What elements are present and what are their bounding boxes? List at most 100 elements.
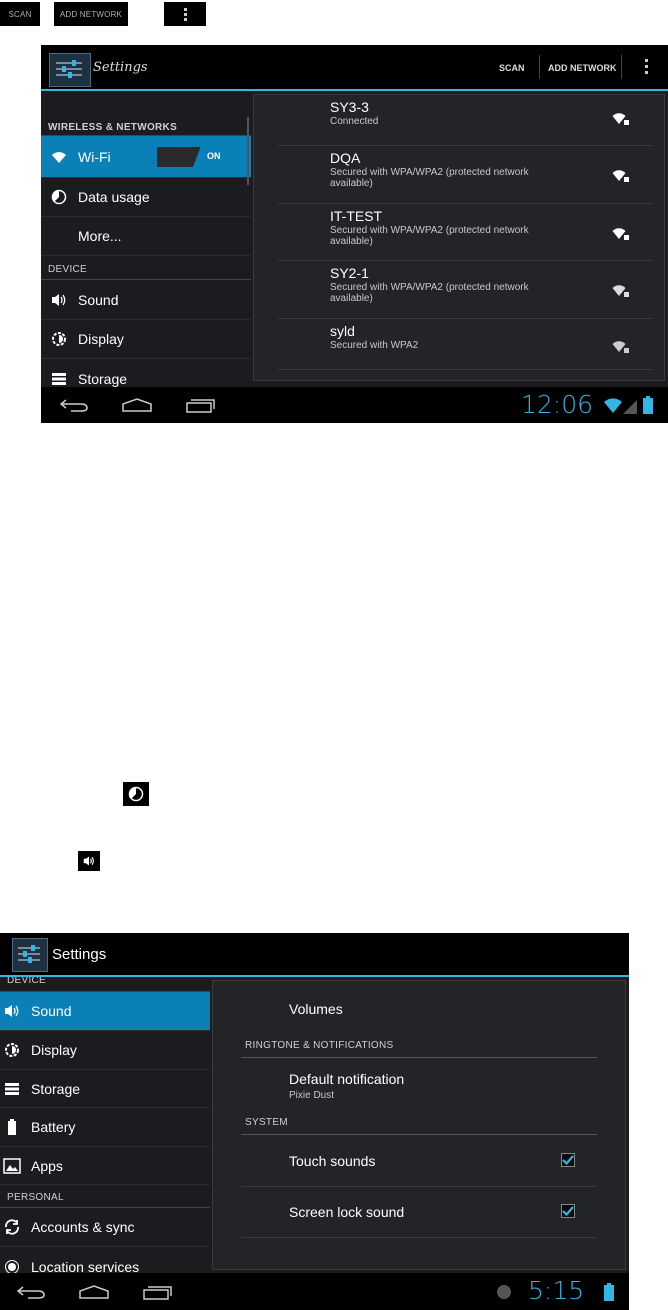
sidebar-item-storage[interactable]: Storage	[0, 1070, 210, 1108]
system-nav-bar: 5:15	[0, 1273, 629, 1310]
speaker-icon	[2, 1001, 22, 1021]
signal-icon	[623, 399, 637, 418]
action-bar: Settings SCAN ADD NETWORK	[41, 45, 668, 91]
network-name: DQA	[330, 150, 361, 166]
storage-icon	[2, 1079, 22, 1099]
storage-icon	[49, 369, 69, 389]
row-title: Screen lock sound	[289, 1204, 405, 1220]
volumes-row[interactable]: Volumes	[241, 981, 597, 1021]
sidebar-item-label: Sound	[31, 1003, 72, 1019]
row-title: Touch sounds	[289, 1153, 376, 1169]
sidebar-item-data-usage[interactable]: Data usage	[41, 178, 251, 217]
network-status: Secured with WPA2	[330, 340, 419, 351]
sidebar-item-location-services[interactable]: Location services	[0, 1247, 210, 1273]
sidebar-item-display[interactable]: Display	[0, 1031, 210, 1070]
speaker-icon	[49, 290, 69, 310]
settings-app-icon[interactable]	[49, 53, 91, 87]
home-icon[interactable]	[78, 1284, 110, 1304]
network-status: Secured with WPA/WPA2 (protected network…	[330, 167, 529, 189]
row-title: Default notification	[289, 1071, 405, 1087]
touch-sounds-row[interactable]: Touch sounds	[241, 1135, 597, 1187]
network-row[interactable]: SY2-1 Secured with WPA/WPA2 (protected n…	[278, 261, 652, 319]
sound-settings-pane: Volumes RINGTONE & NOTIFICATIONS Default…	[212, 980, 626, 1270]
sidebar-item-label: Sound	[78, 291, 119, 308]
battery-icon	[2, 1117, 22, 1137]
back-icon[interactable]	[16, 1284, 46, 1304]
wifi-secured-icon	[612, 283, 630, 302]
wifi-secured-icon	[612, 111, 630, 130]
row-subtitle: Pixie Dust	[289, 1090, 335, 1101]
status-clock: 5:15	[528, 1276, 585, 1305]
wifi-settings-screenshot: Settings SCAN ADD NETWORK WIRELESS & NET…	[41, 45, 668, 423]
network-row[interactable]: DQA Secured with WPA/WPA2 (protected net…	[278, 146, 652, 204]
sidebar-item-sound[interactable]: Sound	[0, 992, 210, 1031]
category-device: DEVICE	[48, 264, 88, 275]
screen-lock-sound-row[interactable]: Screen lock sound	[241, 1187, 597, 1238]
sidebar-item-wifi[interactable]: Wi-Fi ON	[41, 136, 251, 178]
network-row[interactable]: IT-TEST Secured with WPA/WPA2 (protected…	[278, 204, 652, 261]
sidebar-item-label: Accounts & sync	[31, 1219, 135, 1235]
touch-sounds-checkbox[interactable]	[561, 1153, 575, 1167]
speaker-icon-sample	[78, 851, 100, 871]
wifi-secured-icon	[612, 339, 630, 358]
wifi-status-icon	[604, 398, 622, 418]
recent-apps-icon[interactable]	[142, 1284, 172, 1304]
settings-app-icon[interactable]	[12, 938, 48, 972]
battery-icon	[643, 396, 653, 418]
network-status: Secured with WPA/WPA2 (protected network…	[330, 225, 529, 247]
action-bar: Settings	[0, 933, 629, 977]
data-usage-icon	[49, 187, 69, 207]
wifi-icon	[49, 147, 69, 167]
sidebar-item-battery[interactable]: Battery	[0, 1108, 210, 1147]
sidebar-item-label: Display	[78, 331, 124, 347]
sidebar-item-sound[interactable]: Sound	[41, 280, 251, 320]
sidebar-scrollbar[interactable]	[247, 117, 249, 185]
recent-apps-icon[interactable]	[185, 397, 215, 417]
data-usage-icon-sample	[123, 782, 149, 806]
network-row[interactable]: syld Secured with WPA2	[278, 319, 652, 370]
screen-lock-sound-checkbox[interactable]	[561, 1204, 575, 1218]
battery-icon	[604, 1283, 614, 1305]
notification-dot-icon	[497, 1285, 511, 1299]
settings-sidebar: WIRELESS & NETWORKS Wi-Fi ON Data usage …	[41, 91, 251, 387]
sidebar-item-label: Display	[31, 1042, 77, 1058]
category-personal: PERSONAL	[7, 1192, 64, 1203]
sidebar-item-label: Wi-Fi	[78, 148, 111, 165]
location-icon	[2, 1257, 22, 1273]
display-brightness-icon	[2, 1040, 22, 1060]
network-row[interactable]: SY3-3 Connected	[278, 95, 652, 146]
sidebar-item-more[interactable]: More...	[41, 217, 251, 256]
sidebar-item-label: Battery	[31, 1119, 76, 1135]
action-bar-title: Settings	[52, 946, 107, 963]
add-network-button-sample[interactable]: ADD NETWORK	[54, 2, 128, 26]
scan-button-sample[interactable]: SCAN	[0, 2, 40, 26]
network-status: Connected	[330, 116, 379, 127]
category-device: DEVICE	[7, 977, 47, 986]
wifi-secured-icon	[612, 226, 630, 245]
row-title: Volumes	[289, 1001, 343, 1017]
wifi-secured-icon	[612, 168, 630, 187]
sidebar-item-label: Storage	[31, 1080, 81, 1097]
sidebar-item-apps[interactable]: Apps	[0, 1147, 210, 1185]
sidebar-item-display[interactable]: Display	[41, 320, 251, 359]
wifi-toggle[interactable]: ON	[157, 147, 235, 167]
action-divider	[621, 55, 622, 79]
sidebar-item-accounts-sync[interactable]: Accounts & sync	[0, 1208, 210, 1247]
network-name: SY3-3	[330, 99, 369, 115]
network-name: syld	[330, 323, 355, 339]
home-icon[interactable]	[121, 397, 153, 417]
scan-button[interactable]: SCAN	[499, 63, 525, 73]
network-status: Secured with WPA/WPA2 (protected network…	[330, 282, 529, 304]
display-brightness-icon	[49, 329, 69, 349]
overflow-menu-icon[interactable]	[164, 2, 206, 26]
overflow-menu-icon[interactable]	[645, 59, 648, 74]
network-name: IT-TEST	[330, 208, 383, 224]
back-icon[interactable]	[59, 397, 89, 417]
category-system: SYSTEM	[245, 1117, 288, 1128]
sound-settings-screenshot: Settings DEVICE Sound Display Storage Ba…	[0, 933, 629, 1310]
toggle-label: ON	[207, 151, 221, 161]
default-notification-row[interactable]: Default notification Pixie Dust	[241, 1058, 597, 1114]
sidebar-item-label: Data usage	[78, 189, 150, 205]
add-network-button[interactable]: ADD NETWORK	[548, 63, 617, 73]
status-clock: 12:06	[521, 390, 594, 419]
